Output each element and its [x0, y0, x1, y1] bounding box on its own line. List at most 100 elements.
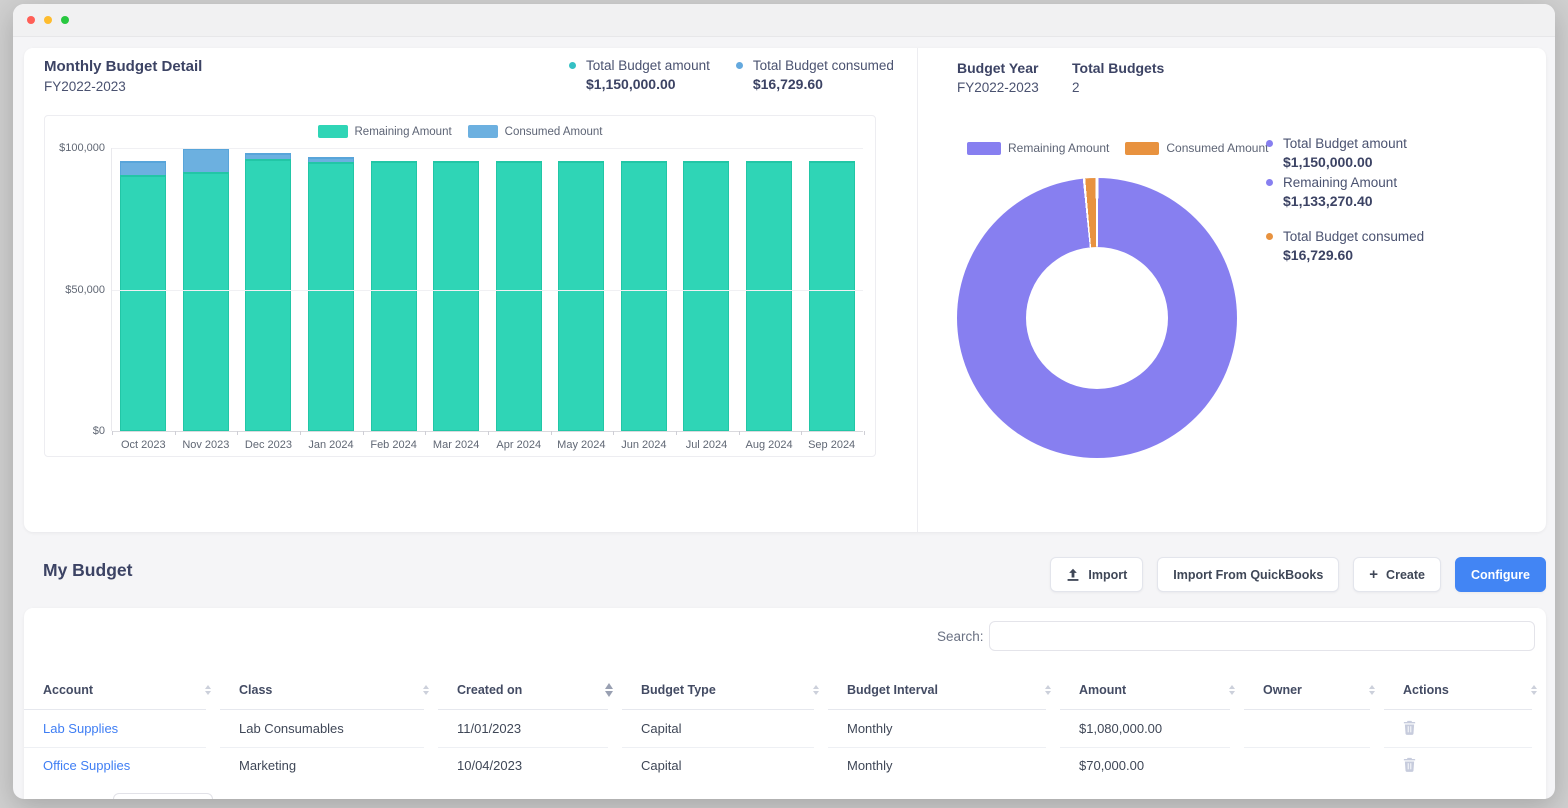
upload-icon	[1066, 568, 1080, 582]
cell-budget-interval: Monthly	[828, 710, 1060, 747]
sort-icon[interactable]	[605, 683, 613, 697]
cell-created-on: 10/04/2023	[438, 747, 622, 784]
bar-sep-2024[interactable]	[809, 161, 855, 431]
zoom-window-button[interactable]	[61, 16, 69, 24]
column-header-actions[interactable]: Actions	[1384, 670, 1546, 710]
monthly-budget-subtitle: FY2022-2023	[44, 79, 126, 94]
gridline	[112, 148, 863, 149]
column-header-amount[interactable]: Amount	[1060, 670, 1244, 710]
axis-tick	[112, 431, 113, 435]
budget-table: Account ClassCreated onBudget TypeBudget …	[24, 670, 1546, 784]
column-header-budget-type[interactable]: Budget Type	[622, 670, 828, 710]
column-header-class[interactable]: Class	[220, 670, 438, 710]
stat-value: $16,729.60	[753, 76, 894, 92]
sort-up-arrow	[1229, 685, 1235, 689]
close-window-button[interactable]	[27, 16, 35, 24]
create-button[interactable]: + Create	[1353, 557, 1441, 592]
column-header-created-on[interactable]: Created on	[438, 670, 622, 710]
sort-down-arrow	[205, 691, 211, 695]
column-header-label: Account	[43, 683, 93, 697]
stat-label-row: Total Budget amount	[569, 58, 710, 73]
bar-jan-2024[interactable]	[308, 157, 354, 431]
sort-up-arrow	[1531, 685, 1537, 689]
account-link[interactable]: Office Supplies	[43, 758, 130, 773]
sort-down-arrow	[1531, 691, 1537, 695]
x-axis-label: May 2024	[550, 439, 612, 451]
minimize-window-button[interactable]	[44, 16, 52, 24]
sort-icon[interactable]	[205, 685, 211, 695]
column-header-owner[interactable]: Owner	[1244, 670, 1384, 710]
bar-segment-remaining	[433, 161, 479, 431]
stat-label-row: Total Budget consumed	[1266, 229, 1536, 244]
sort-icon[interactable]	[1369, 685, 1375, 695]
bar-segment-remaining	[183, 172, 229, 431]
bar-aug-2024[interactable]	[746, 161, 792, 431]
axis-tick	[175, 431, 176, 435]
bar-segment-remaining	[245, 159, 291, 431]
summary-stat: Total Budget amount$1,150,000.00	[569, 58, 710, 92]
sort-icon[interactable]	[423, 685, 429, 695]
sort-down-arrow	[423, 691, 429, 695]
bar-oct-2023[interactable]	[120, 161, 166, 431]
budget-year-value: FY2022-2023	[957, 80, 1039, 95]
stat-value: $1,133,270.40	[1283, 193, 1536, 209]
import-from-quickbooks-button[interactable]: Import From QuickBooks	[1157, 557, 1339, 592]
my-budget-toolbar: Import Import From QuickBooks + Create C…	[1050, 557, 1546, 592]
legend-item-consumed-amount: Consumed Amount	[1125, 141, 1268, 155]
summary-stat: Total Budget consumed $16,729.60	[736, 58, 894, 92]
cell-amount: $70,000.00	[1060, 747, 1244, 784]
sort-up-arrow	[205, 685, 211, 689]
budget-table-card: Search: AccountClassCreated onBudget Typ…	[24, 608, 1546, 799]
page-size-select[interactable]	[113, 793, 213, 799]
total-budgets-value: 2	[1072, 80, 1164, 95]
legend-item-consumed-amount: Consumed Amount	[468, 125, 603, 138]
import-quickbooks-label: Import From QuickBooks	[1173, 568, 1323, 582]
sort-down-arrow	[605, 691, 613, 697]
import-button[interactable]: Import	[1050, 557, 1143, 592]
cell-class: Lab Consumables	[220, 710, 438, 747]
legend-label: Consumed Amount	[505, 126, 603, 138]
column-header-label: Actions	[1403, 683, 1449, 697]
configure-button[interactable]: Configure	[1455, 557, 1546, 592]
account-link[interactable]: Lab Supplies	[43, 721, 118, 736]
bar-dec-2023[interactable]	[245, 153, 291, 431]
bar-may-2024[interactable]	[558, 161, 604, 431]
stat-dot	[1266, 179, 1273, 186]
search-input[interactable]	[989, 621, 1535, 651]
legend-item-remaining-amount: Remaining Amount	[967, 141, 1109, 155]
stat-label-row: Total Budget amount	[1266, 136, 1536, 151]
sort-icon[interactable]	[813, 685, 819, 695]
bar-jun-2024[interactable]	[621, 161, 667, 431]
plus-icon: +	[1369, 567, 1378, 582]
legend-swatch	[468, 125, 498, 138]
x-axis-label: Dec 2023	[237, 439, 299, 451]
bar-jul-2024[interactable]	[683, 161, 729, 431]
table-row: Lab SuppliesLab Consumables11/01/2023Cap…	[24, 710, 1546, 747]
stat-value: $1,150,000.00	[1283, 154, 1536, 170]
monthly-budget-title: Monthly Budget Detail	[44, 58, 202, 75]
stat-dot	[736, 62, 743, 69]
delete-button[interactable]	[1403, 720, 1416, 735]
sort-icon[interactable]	[1045, 685, 1051, 695]
stat-label: Remaining Amount	[1283, 175, 1397, 190]
sort-icon[interactable]	[1531, 685, 1537, 695]
import-button-label: Import	[1088, 568, 1127, 582]
column-header-account[interactable]: Account	[24, 670, 220, 710]
cell-amount: $1,080,000.00	[1060, 710, 1244, 747]
sort-icon[interactable]	[1229, 685, 1235, 695]
stat-label-row: Total Budget consumed	[736, 58, 894, 73]
bar-mar-2024[interactable]	[433, 161, 479, 431]
column-header-budget-interval[interactable]: Budget Interval	[828, 670, 1060, 710]
trash-icon	[1403, 720, 1416, 735]
legend-label: Remaining Amount	[1008, 141, 1109, 155]
column-header-label: Owner	[1263, 683, 1302, 697]
bar-apr-2024[interactable]	[496, 161, 542, 431]
axis-tick	[300, 431, 301, 435]
my-budget-title: My Budget	[43, 560, 132, 581]
create-button-label: Create	[1386, 568, 1425, 582]
delete-button[interactable]	[1403, 757, 1416, 772]
axis-tick	[488, 431, 489, 435]
bar-feb-2024[interactable]	[371, 161, 417, 431]
bar-segment-remaining	[621, 161, 667, 431]
axis-tick	[864, 431, 865, 435]
